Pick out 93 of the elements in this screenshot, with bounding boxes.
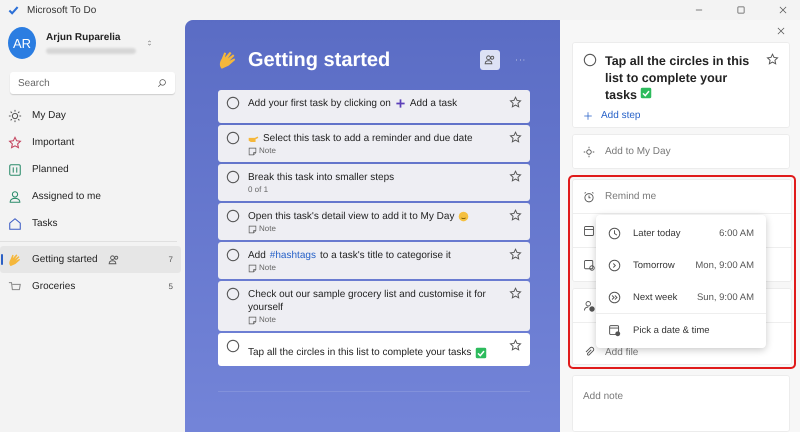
star-icon[interactable] [766,53,779,66]
forward-icon [608,258,621,272]
clock-icon [608,226,621,240]
task-title: Add a task [410,97,458,110]
menu-item[interactable]: Later today 6:00 AM [596,217,766,249]
task-item[interactable]: Add your first task by clicking on Add a task [218,90,530,123]
sidebar-item[interactable]: My Day [0,102,181,129]
note-label: Note [259,263,276,273]
calendar-icon [8,162,22,176]
checkbox-circle[interactable] [226,248,240,262]
sidebar-item[interactable]: Assigned to me [0,183,181,210]
calendar-repeat-icon [583,258,595,270]
note-icon [248,264,257,272]
smiley-icon [458,211,470,222]
star-icon[interactable] [509,248,522,261]
waving-hand-icon [8,252,22,266]
add-step-button[interactable]: Add step [583,110,779,121]
task-item[interactable]: Open this task's detail view to add it to My Day Note [218,203,530,240]
star-icon[interactable] [509,170,522,183]
add-file[interactable]: Add file [605,347,638,358]
share-button[interactable] [480,50,500,70]
fast-forward-icon [608,290,621,304]
home-icon [8,216,22,230]
hashtag-link[interactable]: #hashtags [270,249,316,262]
checkbox-circle[interactable] [226,339,240,353]
task-item[interactable]: Break this task into smaller steps 0 of 1 [218,164,530,201]
star-icon[interactable] [509,96,522,109]
sidebar-item[interactable]: Important [0,129,181,156]
task-item[interactable]: Check out our sample grocery list and customise it for yourself Note [218,281,530,331]
search-icon [157,78,167,88]
star-icon[interactable] [509,339,522,352]
task-title: Add [248,249,266,262]
avatar[interactable]: AR [8,27,36,59]
plus-icon [394,98,406,109]
people-icon [484,54,496,66]
search-field[interactable]: Search [10,72,175,94]
note-label: Note [259,224,276,234]
task-item[interactable]: Select this task to add a reminder and due date Note [218,125,530,162]
window-title: Microsoft To Do [27,4,98,16]
task-title: Tap all the circles in this list to complete your tasks [605,53,750,104]
task-title: Select this task to add a reminder and due date [263,132,473,145]
task-title: Break this task into smaller steps [248,171,394,184]
check-mark-icon [640,87,652,99]
task-item[interactable]: Tap all the circles in this list to complete your tasks [218,333,530,366]
alarm-clock-icon [583,190,595,202]
menu-item[interactable]: Tomorrow Mon, 9:00 AM [596,249,766,281]
calendar-icon [583,224,595,236]
checkbox-circle[interactable] [583,53,597,67]
note-icon [248,316,257,324]
task-title: Open this task's detail view to add it to My Day [248,210,454,223]
remind-me[interactable]: Remind me [605,191,656,202]
sun-icon [8,108,22,122]
task-item[interactable]: Add #hashtags to a task's title to categorise it Note [218,242,530,279]
sidebar-item[interactable]: Tasks [0,210,181,237]
sidebar-item[interactable]: Planned [0,156,181,183]
person-icon [8,190,22,204]
list-item[interactable]: Getting started 7 [0,246,181,273]
app-logo-icon [8,4,19,16]
list-title: Getting started [248,48,392,72]
maximize-icon [736,5,746,15]
waving-hand-icon [218,50,238,70]
calendar-clock-icon [608,324,621,336]
close-icon[interactable] [776,26,786,36]
paperclip-icon [583,346,595,358]
checkbox-circle[interactable] [226,209,240,223]
person-add-icon [583,300,595,312]
sun-icon [583,146,595,158]
note-label: Note [259,315,276,325]
chevron-icon [146,39,153,47]
note-icon [248,224,257,234]
task-title: Tap all the circles in this list to complete your tasks [248,346,472,359]
note-label: Note [259,146,276,156]
star-icon [8,136,22,150]
checkbox-circle[interactable] [226,131,240,145]
task-title: Check out our sample grocery list and customise it for yourself [248,288,487,314]
user-name: Arjun Ruparelia [46,32,122,43]
task-title: Add your first task by clicking on [248,97,391,110]
star-icon[interactable] [509,131,522,144]
plus-icon [583,110,593,120]
close-icon [778,5,788,15]
checkbox-circle[interactable] [226,170,240,184]
note-field[interactable]: Add note [583,391,624,402]
list-item[interactable]: Groceries 5 [0,273,181,300]
note-icon [248,146,257,156]
step-count: 0 of 1 [248,185,268,195]
checkbox-circle[interactable] [226,96,240,110]
check-mark-icon [475,346,488,358]
star-icon[interactable] [509,209,522,222]
add-to-my-day[interactable]: Add to My Day [605,146,671,157]
menu-item[interactable]: Next week Sun, 9:00 AM [596,281,766,313]
star-icon[interactable] [509,287,522,300]
checkbox-circle[interactable] [226,287,240,301]
task-title: to a task's title to categorise it [320,249,451,262]
